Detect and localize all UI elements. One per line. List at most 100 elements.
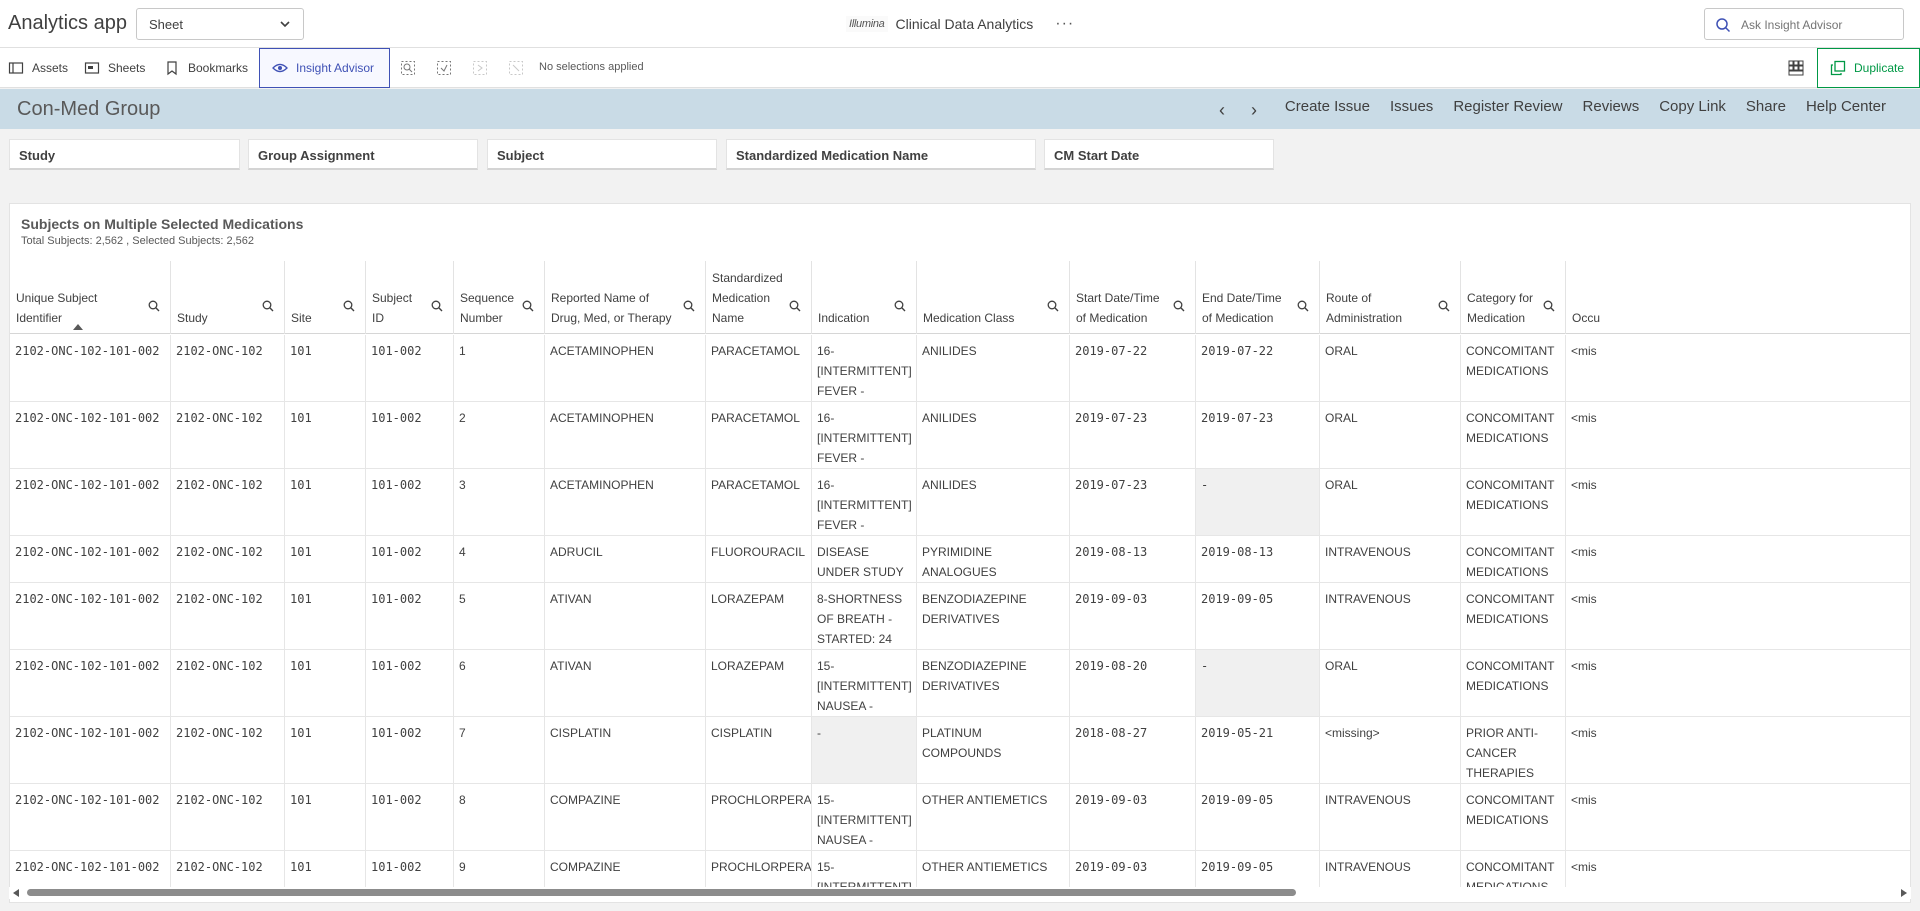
table-row[interactable]: 2102-ONC-102-101-002 2102-ONC-102 101 101-0… <box>10 784 1910 851</box>
bookmarks-button[interactable]: Bookmarks <box>156 48 256 88</box>
cell-reported-drug-name[interactable]: ACETAMINOPHEN <box>545 402 706 468</box>
cell-indication[interactable]: 16-[INTERMITTENT] FEVER - STARTED: <box>812 335 917 401</box>
cell-reported-drug-name[interactable]: CISPLATIN <box>545 717 706 783</box>
cell-standardized-medication-name[interactable]: LORAZEPAM <box>706 583 812 649</box>
cell-medication-class[interactable]: ANILIDES <box>917 335 1070 401</box>
cell-indication[interactable]: 8-SHORTNESS OF BREATH - STARTED: 24 AUG … <box>812 583 917 649</box>
ask-insight-search[interactable] <box>1704 8 1904 40</box>
cell-reported-drug-name[interactable]: COMPAZINE <box>545 784 706 850</box>
cell-reported-drug-name[interactable]: ADRUCIL <box>545 536 706 582</box>
cell-unique-subject-identifier[interactable]: 2102-ONC-102-101-002 <box>10 335 171 401</box>
cell-standardized-medication-name[interactable]: CISPLATIN <box>706 717 812 783</box>
cell-unique-subject-identifier[interactable]: 2102-ONC-102-101-002 <box>10 784 171 850</box>
cell-occurrence[interactable]: <mis <box>1566 717 1910 783</box>
help-center-link[interactable]: Help Center <box>1806 98 1886 115</box>
register-review-link[interactable]: Register Review <box>1453 98 1562 115</box>
cell-indication[interactable]: - <box>812 717 917 783</box>
cell-study[interactable]: 2102-ONC-102 <box>171 650 285 716</box>
column-header-start-date[interactable]: Start Date/Time of Medication <box>1070 261 1196 334</box>
column-search-icon[interactable] <box>522 300 534 312</box>
cell-sequence-number[interactable]: 7 <box>454 717 545 783</box>
cell-occurrence[interactable]: <mis <box>1566 469 1910 535</box>
cell-sequence-number[interactable]: 2 <box>454 402 545 468</box>
cell-end-date[interactable]: 2019-09-05 <box>1196 583 1320 649</box>
cell-site[interactable]: 101 <box>285 717 366 783</box>
column-header-sequence-number[interactable]: Sequence Number <box>454 261 545 334</box>
cell-end-date[interactable]: 2019-07-22 <box>1196 335 1320 401</box>
cell-start-date[interactable]: 2019-07-22 <box>1070 335 1196 401</box>
cell-unique-subject-identifier[interactable]: 2102-ONC-102-101-002 <box>10 650 171 716</box>
cell-occurrence[interactable]: <mis <box>1566 650 1910 716</box>
column-header-indication[interactable]: Indication <box>812 261 917 334</box>
cell-subject-id[interactable]: 101-002 <box>366 536 454 582</box>
cell-reported-drug-name[interactable]: ATIVAN <box>545 650 706 716</box>
column-search-icon[interactable] <box>1543 300 1555 312</box>
table-row[interactable]: 2102-ONC-102-101-002 2102-ONC-102 101 101-0… <box>10 536 1910 583</box>
cell-start-date[interactable]: 2018-08-27 <box>1070 717 1196 783</box>
cell-indication[interactable]: DISEASE UNDER STUDY <box>812 536 917 582</box>
table-row[interactable]: 2102-ONC-102-101-002 2102-ONC-102 101 101-0… <box>10 469 1910 536</box>
smart-search-icon[interactable] <box>400 60 416 76</box>
filter-standardized-medication-name[interactable]: Standardized Medication Name <box>726 139 1036 170</box>
cell-medication-class[interactable]: BENZODIAZEPINE DERIVATIVES <box>917 583 1070 649</box>
cell-category-for-medication[interactable]: PRIOR ANTI-CANCER THERAPIES <box>1461 717 1566 783</box>
cell-start-date[interactable]: 2019-08-20 <box>1070 650 1196 716</box>
duplicate-button[interactable]: Duplicate <box>1817 48 1920 88</box>
previous-sheet-icon[interactable]: ‹ <box>1219 100 1225 121</box>
cell-subject-id[interactable]: 101-002 <box>366 402 454 468</box>
column-search-icon[interactable] <box>1173 300 1185 312</box>
table-row[interactable]: 2102-ONC-102-101-002 2102-ONC-102 101 101-0… <box>10 583 1910 650</box>
cell-reported-drug-name[interactable]: ACETAMINOPHEN <box>545 335 706 401</box>
table-row[interactable]: 2102-ONC-102-101-002 2102-ONC-102 101 101-0… <box>10 650 1910 717</box>
cell-standardized-medication-name[interactable]: PARACETAMOL <box>706 402 812 468</box>
cell-site[interactable]: 101 <box>285 402 366 468</box>
column-header-occurrence[interactable]: Occu <box>1566 261 1910 334</box>
cell-end-date[interactable]: - <box>1196 469 1320 535</box>
column-header-route-of-administration[interactable]: Route of Administration <box>1320 261 1461 334</box>
cell-site[interactable]: 101 <box>285 536 366 582</box>
create-issue-link[interactable]: Create Issue <box>1285 98 1370 115</box>
cell-standardized-medication-name[interactable]: FLUOROURACIL <box>706 536 812 582</box>
column-header-unique-subject-identifier[interactable]: Unique Subject Identifier <box>10 261 171 334</box>
cell-study[interactable]: 2102-ONC-102 <box>171 469 285 535</box>
cell-subject-id[interactable]: 101-002 <box>366 583 454 649</box>
cell-study[interactable]: 2102-ONC-102 <box>171 717 285 783</box>
table-row[interactable]: 2102-ONC-102-101-002 2102-ONC-102 101 101-0… <box>10 717 1910 784</box>
cell-sequence-number[interactable]: 6 <box>454 650 545 716</box>
table-row[interactable]: 2102-ONC-102-101-002 2102-ONC-102 101 101-0… <box>10 402 1910 469</box>
column-header-end-date[interactable]: End Date/Time of Medication <box>1196 261 1320 334</box>
cell-site[interactable]: 101 <box>285 335 366 401</box>
cell-subject-id[interactable]: 101-002 <box>366 650 454 716</box>
cell-route-of-administration[interactable]: <missing> <box>1320 717 1461 783</box>
cell-site[interactable]: 101 <box>285 583 366 649</box>
cell-route-of-administration[interactable]: ORAL <box>1320 469 1461 535</box>
cell-unique-subject-identifier[interactable]: 2102-ONC-102-101-002 <box>10 583 171 649</box>
cell-indication[interactable]: 16-[INTERMITTENT] FEVER - STARTED: <box>812 469 917 535</box>
column-header-reported-drug-name[interactable]: Reported Name of Drug, Med, or Therapy <box>545 261 706 334</box>
cell-reported-drug-name[interactable]: ACETAMINOPHEN <box>545 469 706 535</box>
cell-reported-drug-name[interactable]: ATIVAN <box>545 583 706 649</box>
cell-study[interactable]: 2102-ONC-102 <box>171 536 285 582</box>
lasso-select-icon[interactable] <box>436 60 452 76</box>
cell-site[interactable]: 101 <box>285 650 366 716</box>
column-search-icon[interactable] <box>683 300 695 312</box>
table-row[interactable]: 2102-ONC-102-101-002 2102-ONC-102 101 101-0… <box>10 335 1910 402</box>
cell-route-of-administration[interactable]: INTRAVENOUS <box>1320 583 1461 649</box>
cell-route-of-administration[interactable]: INTRAVENOUS <box>1320 536 1461 582</box>
next-sheet-icon[interactable]: › <box>1251 100 1257 121</box>
cell-unique-subject-identifier[interactable]: 2102-ONC-102-101-002 <box>10 469 171 535</box>
cell-study[interactable]: 2102-ONC-102 <box>171 583 285 649</box>
cell-category-for-medication[interactable]: CONCOMITANT MEDICATIONS <box>1461 469 1566 535</box>
cell-category-for-medication[interactable]: CONCOMITANT MEDICATIONS <box>1461 784 1566 850</box>
cell-sequence-number[interactable]: 4 <box>454 536 545 582</box>
clear-selections-icon[interactable] <box>508 60 524 76</box>
cell-indication[interactable]: 16-[INTERMITTENT] FEVER - STARTED: <box>812 402 917 468</box>
cell-occurrence[interactable]: <mis <box>1566 402 1910 468</box>
copy-link-link[interactable]: Copy Link <box>1659 98 1726 115</box>
column-search-icon[interactable] <box>148 300 160 312</box>
scroll-left-icon[interactable] <box>13 889 19 897</box>
column-search-icon[interactable] <box>343 300 355 312</box>
column-header-medication-class[interactable]: Medication Class <box>917 261 1070 334</box>
column-search-icon[interactable] <box>1438 300 1450 312</box>
column-header-study[interactable]: Study <box>171 261 285 334</box>
